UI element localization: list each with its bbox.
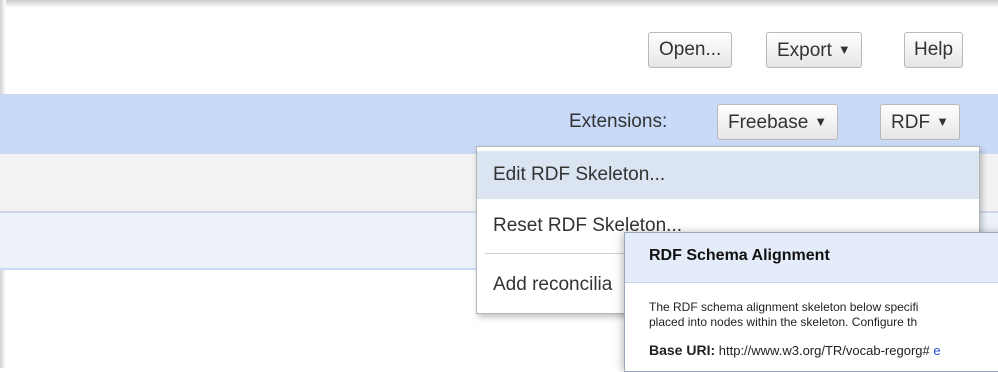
base-uri-row: Base URI: http://www.w3.org/TR/vocab-reg… xyxy=(649,342,941,358)
description-line-1: The RDF schema alignment skeleton below … xyxy=(649,300,919,314)
extensions-bar xyxy=(0,94,998,154)
caret-down-icon: ▼ xyxy=(936,114,949,129)
export-button-label: Export xyxy=(777,40,832,61)
description-line-2: placed into nodes within the skeleton. C… xyxy=(649,315,918,329)
rdf-button-label: RDF xyxy=(891,112,931,133)
menu-item-edit-rdf-skeleton[interactable]: Edit RDF Skeleton... xyxy=(477,151,979,199)
menu-item-label: Add reconcilia xyxy=(493,274,613,295)
base-uri-value: http://www.w3.org/TR/vocab-regorg# xyxy=(718,343,930,358)
help-button[interactable]: Help xyxy=(904,32,964,68)
rdf-menu-button[interactable]: RDF ▼ xyxy=(880,104,960,140)
extensions-label: Extensions: xyxy=(569,111,668,132)
dialog-title: RDF Schema Alignment xyxy=(649,247,830,264)
help-button-label: Help xyxy=(914,39,954,60)
dialog-description: The RDF schema alignment skeleton below … xyxy=(649,300,918,330)
base-uri-label: Base URI: xyxy=(649,342,716,358)
menu-item-label: Edit RDF Skeleton... xyxy=(493,164,666,185)
export-button[interactable]: Export ▼ xyxy=(766,32,862,68)
window-top-edge xyxy=(0,0,998,8)
caret-down-icon: ▼ xyxy=(814,114,828,129)
open-button[interactable]: Open... xyxy=(648,32,733,68)
freebase-menu-button[interactable]: Freebase ▼ xyxy=(717,104,839,140)
freebase-button-label: Freebase xyxy=(728,112,809,133)
caret-down-icon: ▼ xyxy=(837,42,851,57)
dialog-header: RDF Schema Alignment xyxy=(625,233,998,283)
open-button-label: Open... xyxy=(659,39,722,60)
rdf-schema-alignment-dialog: RDF Schema Alignment The RDF schema alig… xyxy=(624,232,998,372)
edit-base-uri-link[interactable]: e xyxy=(933,343,940,358)
